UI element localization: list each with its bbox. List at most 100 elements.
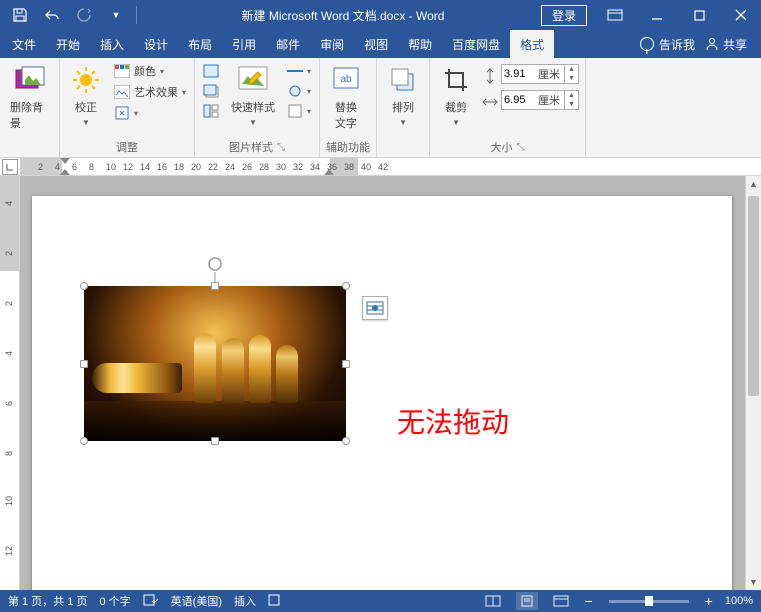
tab-format[interactable]: 格式 [510,30,554,58]
insert-mode[interactable]: 插入 [234,593,256,609]
save-button[interactable] [6,2,34,28]
width-icon [482,94,498,110]
spin-up[interactable]: ▲ [565,65,578,74]
tab-review[interactable]: 审阅 [310,30,354,58]
pic-effect-drop[interactable]: ▾ [285,82,313,100]
remove-bg-icon [14,64,46,96]
pic-border-drop[interactable]: ▾ [285,62,313,80]
image-content [84,286,346,441]
share-button[interactable]: 共享 [705,36,747,53]
color-button[interactable]: 颜色▾ [112,62,188,80]
corrections-button[interactable]: 校正▼ [66,62,106,129]
compress-button[interactable]: ▾ [112,104,188,122]
scroll-up[interactable]: ▲ [746,176,761,192]
tab-references[interactable]: 引用 [222,30,266,58]
spin-up[interactable]: ▲ [565,91,578,100]
qat-customize[interactable]: ▼ [102,2,130,28]
tellme-button[interactable]: 告诉我 [640,36,695,53]
tab-view[interactable]: 视图 [354,30,398,58]
scroll-down[interactable]: ▼ [746,574,761,590]
quick-style-icon [237,64,269,96]
vertical-scrollbar[interactable]: ▲ ▼ [745,176,761,590]
adjust-group-label: 调整 [66,137,188,155]
resize-handle-w[interactable] [80,360,88,368]
resize-handle-se[interactable] [342,437,350,445]
size-group-label: 大小 [491,139,513,155]
tab-selector[interactable] [2,159,18,175]
horizontal-ruler[interactable]: 24681012141618202224262830323436384042 [0,158,761,176]
vertical-ruler[interactable]: 4224681012 [0,176,20,590]
lightbulb-icon [640,37,654,51]
resize-handle-ne[interactable] [342,282,350,290]
dialog-launcher[interactable]: ⤡ [517,142,525,153]
tab-layout[interactable]: 布局 [178,30,222,58]
document-scroll-area[interactable]: 无法拖动 ▲ ▼ [20,176,761,590]
resize-handle-e[interactable] [342,360,350,368]
zoom-thumb[interactable] [645,596,653,606]
resize-handle-nw[interactable] [80,282,88,290]
tab-insert[interactable]: 插入 [90,30,134,58]
zoom-slider[interactable] [609,600,689,603]
quick-styles-button[interactable]: 快速样式▼ [227,62,279,129]
alt-text-icon: ab [330,64,362,96]
macro-status-icon[interactable] [268,594,280,609]
dialog-launcher[interactable]: ⤡ [277,142,285,153]
close-button[interactable] [721,0,761,30]
zoom-level[interactable]: 100% [725,595,753,607]
redo-button[interactable] [70,2,98,28]
resize-handle-sw[interactable] [80,437,88,445]
ribbon-options-button[interactable] [595,0,635,30]
tab-help[interactable]: 帮助 [398,30,442,58]
tab-netdisk[interactable]: 百度网盘 [442,30,510,58]
pic-border-button[interactable] [201,62,221,80]
first-line-indent[interactable] [60,158,70,164]
color-icon [114,63,130,79]
spell-check-icon[interactable] [143,593,159,610]
arrange-button[interactable]: 排列▼ [383,62,423,129]
crop-icon [440,64,472,96]
border-icon [203,63,219,79]
login-button[interactable]: 登录 [541,5,587,26]
resize-handle-n[interactable] [211,282,219,290]
selected-image[interactable] [84,286,346,441]
person-icon [705,37,719,51]
height-input[interactable]: 厘米▲▼ [501,64,579,84]
alt-text-button[interactable]: ab 替换 文字 [326,62,366,133]
access-group-label: 辅助功能 [326,137,370,155]
maximize-button[interactable] [679,0,719,30]
height-icon [482,68,498,84]
pic-layout-button[interactable] [201,102,221,120]
zoom-out[interactable]: − [584,593,592,609]
scroll-thumb[interactable] [748,196,759,396]
zoom-in[interactable]: + [705,593,713,609]
undo-button[interactable] [38,2,66,28]
minimize-button[interactable] [637,0,677,30]
tab-design[interactable]: 设计 [134,30,178,58]
print-layout-button[interactable] [516,592,538,610]
language-status[interactable]: 英语(美国) [171,593,222,609]
remove-background-button[interactable]: 删除背景 [6,62,53,133]
pic-layout-drop[interactable]: ▾ [285,102,313,120]
compress-icon [114,105,130,121]
tab-home[interactable]: 开始 [46,30,90,58]
hanging-indent[interactable] [60,169,70,175]
rotate-handle[interactable] [207,256,223,272]
layout-icon [203,103,219,119]
web-layout-button[interactable] [550,592,572,610]
separator [136,6,137,24]
layout-options-button[interactable] [362,296,388,320]
width-input[interactable]: 厘米▲▼ [501,90,579,110]
pic-style-group-label: 图片样式 [229,139,273,155]
page-status[interactable]: 第 1 页，共 1 页 [8,593,87,609]
crop-button[interactable]: 裁剪▼ [436,62,476,129]
resize-handle-s[interactable] [211,437,219,445]
tab-mail[interactable]: 邮件 [266,30,310,58]
tab-file[interactable]: 文件 [2,30,46,58]
page: 无法拖动 [32,196,732,590]
pic-effects-button[interactable] [201,82,221,100]
read-mode-button[interactable] [482,592,504,610]
word-count[interactable]: 0 个字 [99,593,130,609]
spin-down[interactable]: ▼ [565,74,578,83]
artistic-effects-button[interactable]: 艺术效果▾ [112,83,188,101]
spin-down[interactable]: ▼ [565,100,578,109]
